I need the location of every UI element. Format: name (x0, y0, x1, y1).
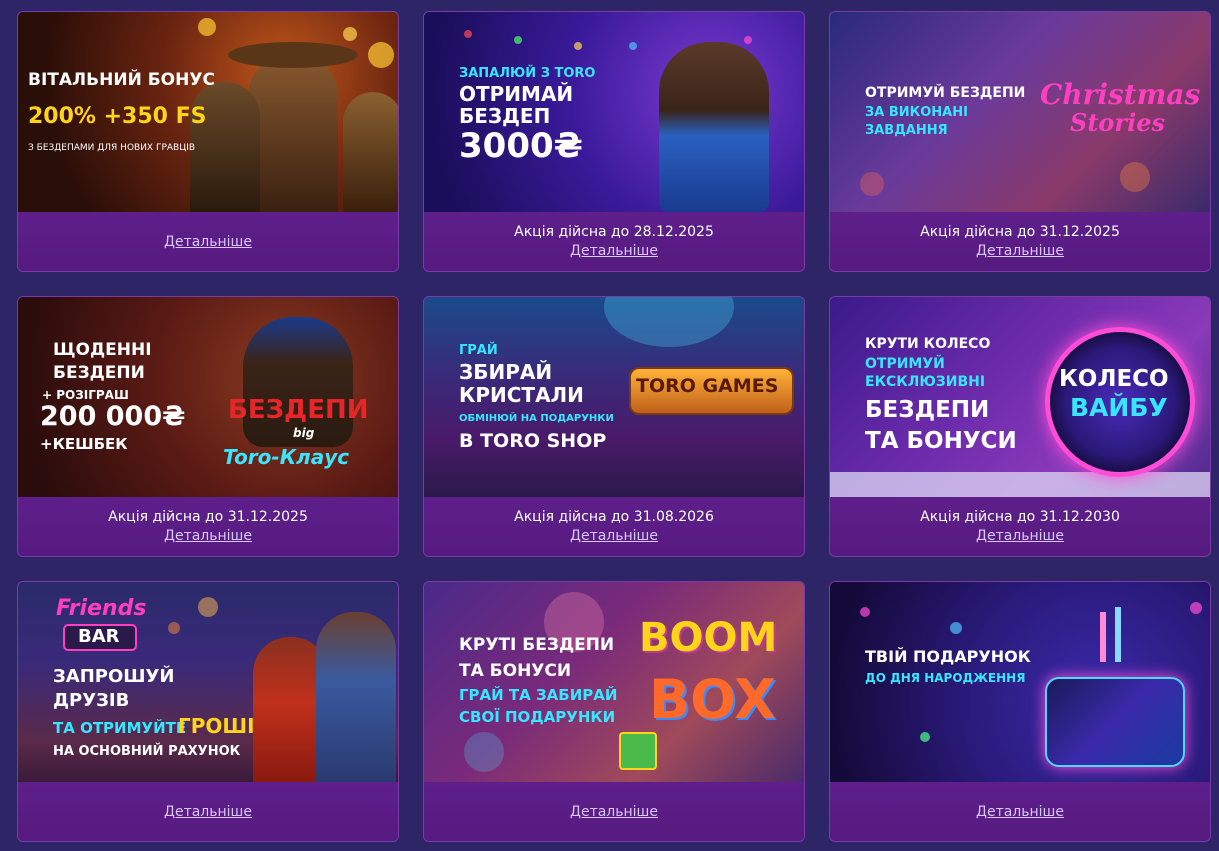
promo-card-vibe-wheel: КОЛЕСО ВАЙБУ КРУТИ КОЛЕСО ОТРИМУЙ ЕКСКЛЮ… (829, 296, 1211, 557)
banner-eyebrow: КРУТИ КОЛЕСО (865, 336, 991, 352)
banner-subtitle-line-1: ГРАЙ ТА ЗАБИРАЙ (459, 686, 618, 704)
banner-money-label: ГРОШІ (178, 714, 255, 738)
christmas-stories-logo-line-1: Christmas (1040, 78, 1201, 111)
banner-title: ВІТАЛЬНИЙ БОНУС (28, 70, 215, 90)
boom-box-logo-line-1: BOOM (639, 615, 778, 661)
gift-icon (619, 732, 657, 770)
friends-bar-logo-line-2: BAR (78, 626, 120, 647)
bezdep-logo-title: БЕЗДЕПИ (228, 395, 369, 425)
banner-title-line-2: ТА БОНУСИ (459, 661, 572, 681)
banner-title-line-1: БЕЗДЕПИ (865, 397, 990, 423)
banner-title: ОТРИМУЙ БЕЗДЕПИ (865, 85, 1026, 101)
banner-subtitle-line-1: ЗА ВИКОНАНІ (865, 105, 968, 120)
banner-subtitle-line-2: ЕКСКЛЮЗИВНІ (865, 374, 986, 390)
bezdep-logo-big: big (293, 426, 315, 440)
validity-text: Акція дійсна до 31.12.2030 (920, 509, 1120, 525)
banner-subtitle-line-2: СВОЇ ПОДАРУНКИ (459, 708, 616, 726)
promo-banner-friends-bar[interactable]: Friends BAR ЗАПРОШУЙ ДРУЗІВ ТА ОТРИМУЙТЕ… (18, 582, 398, 782)
validity-text: Акція дійсна до 28.12.2025 (514, 224, 714, 240)
banner-subtitle-line-1: ОТРИМУЙ (865, 356, 945, 372)
promo-card-footer: Акція дійсна до 28.12.2025 Детальніше (424, 212, 804, 271)
bezdep-logo-subtitle: Toro-Клаус (223, 445, 350, 469)
promo-card-birthday-gift: ТВІЙ ПОДАРУНОК ДО ДНЯ НАРОДЖЕННЯ Детальн… (829, 581, 1211, 842)
promo-banner-vibe-wheel[interactable]: КОЛЕСО ВАЙБУ КРУТИ КОЛЕСО ОТРИМУЙ ЕКСКЛЮ… (830, 297, 1210, 497)
banner-title-line-2: ДРУЗІВ (53, 690, 130, 711)
banner-title-line-2: БЕЗДЕПИ (53, 363, 145, 383)
promotions-grid: ВІТАЛЬНИЙ БОНУС 200% +350 FS З БЕЗДЕПАМИ… (17, 11, 1211, 842)
promo-banner-welcome-bonus[interactable]: ВІТАЛЬНИЙ БОНУС 200% +350 FS З БЕЗДЕПАМИ… (18, 12, 398, 212)
promo-card-footer: Акція дійсна до 31.08.2026 Детальніше (424, 497, 804, 556)
promo-card-toro-bezdep-3000: ЗАПАЛЮЙ З TORO ОТРИМАЙ БЕЗДЕП 3000₴ Акці… (423, 11, 805, 272)
cowboy-hat-icon (228, 42, 358, 68)
banner-amount: 3000₴ (459, 126, 583, 166)
promo-card-footer: Акція дійсна до 31.12.2030 Детальніше (830, 497, 1210, 556)
promo-card-daily-bezdep: ЩОДЕННІ БЕЗДЕПИ + РОЗІГРАШ 200 000₴ +КЕШ… (17, 296, 399, 557)
banner-highlight: 200% +350 FS (28, 104, 207, 129)
promo-banner-birthday-gift[interactable]: ТВІЙ ПОДАРУНОК ДО ДНЯ НАРОДЖЕННЯ (830, 582, 1210, 782)
details-link[interactable]: Детальніше (164, 234, 252, 250)
details-link[interactable]: Детальніше (976, 804, 1064, 820)
banner-subtitle-line-2: ЗАВДАННЯ (865, 123, 948, 138)
details-link[interactable]: Детальніше (570, 243, 658, 259)
banner-subtitle: З БЕЗДЕПАМИ ДЛЯ НОВИХ ГРАВЦІВ (28, 143, 196, 153)
banner-cashback: +КЕШБЕК (40, 435, 128, 453)
details-link[interactable]: Детальніше (570, 804, 658, 820)
promo-banner-christmas-stories[interactable]: ОТРИМУЙ БЕЗДЕПИ ЗА ВИКОНАНІ ЗАВДАННЯ Chr… (830, 12, 1210, 212)
details-link[interactable]: Детальніше (976, 243, 1064, 259)
promo-banner-boom-box[interactable]: BOOM BOX КРУТІ БЕЗДЕПИ ТА БОНУСИ ГРАЙ ТА… (424, 582, 804, 782)
promo-banner-toro-shop[interactable]: TORO GAMES ГРАЙ ЗБИРАЙ КРИСТАЛИ ОБМІНЮЙ … (424, 297, 804, 497)
banner-title-line-2: ТА БОНУСИ (865, 428, 1017, 454)
promo-card-christmas-stories: ОТРИМУЙ БЕЗДЕПИ ЗА ВИКОНАНІ ЗАВДАННЯ Chr… (829, 11, 1211, 272)
vibe-wheel-logo-line-1: КОЛЕСО (1059, 366, 1169, 392)
birthday-cake-image (1045, 677, 1185, 767)
banner-title-line-1: ЗБИРАЙ (459, 360, 553, 384)
banner-title-line-1: ЗАПРОШУЙ (53, 666, 175, 687)
man-character-image (316, 612, 396, 782)
promo-card-footer: Детальніше (830, 782, 1210, 841)
banner-title: ТВІЙ ПОДАРУНОК (865, 647, 1031, 666)
promo-card-friends-bar: Friends BAR ЗАПРОШУЙ ДРУЗІВ ТА ОТРИМУЙТЕ… (17, 581, 399, 842)
toro-games-logo-text: TORO GAMES (636, 375, 779, 397)
banner-account-label: НА ОСНОВНИЙ РАХУНОК (53, 744, 241, 759)
banner-eyebrow: ГРАЙ (459, 343, 498, 358)
banner-eyebrow: ЗАПАЛЮЙ З TORO (459, 66, 596, 81)
validity-text: Акція дійсна до 31.12.2025 (920, 224, 1120, 240)
banner-title-line-2: БЕЗДЕП (459, 104, 551, 128)
promo-card-footer: Детальніше (18, 782, 398, 841)
promo-card-footer: Акція дійсна до 31.12.2025 Детальніше (18, 497, 398, 556)
details-link[interactable]: Детальніше (976, 528, 1064, 544)
banner-subtitle: ДО ДНЯ НАРОДЖЕННЯ (865, 671, 1026, 685)
cowboy-character-image (248, 52, 338, 212)
banner-subtitle: ТА ОТРИМУЙТЕ (53, 719, 187, 737)
promo-card-footer: Детальніше (18, 212, 398, 271)
validity-text: Акція дійсна до 31.08.2026 (514, 509, 714, 525)
promo-banner-daily-bezdep[interactable]: ЩОДЕННІ БЕЗДЕПИ + РОЗІГРАШ 200 000₴ +КЕШ… (18, 297, 398, 497)
christmas-stories-logo-line-2: Stories (1070, 108, 1165, 137)
banner-subtitle: ОБМІНЮЙ НА ПОДАРУНКИ (459, 413, 614, 424)
promo-card-toro-shop: TORO GAMES ГРАЙ ЗБИРАЙ КРИСТАЛИ ОБМІНЮЙ … (423, 296, 805, 557)
promo-card-boom-box: BOOM BOX КРУТІ БЕЗДЕПИ ТА БОНУСИ ГРАЙ ТА… (423, 581, 805, 842)
banner-raffle-label: + РОЗІГРАШ (42, 388, 129, 402)
promo-banner-toro-bezdep-3000[interactable]: ЗАПАЛЮЙ З TORO ОТРИМАЙ БЕЗДЕП 3000₴ (424, 12, 804, 212)
details-link[interactable]: Детальніше (164, 804, 252, 820)
validity-text: Акція дійсна до 31.12.2025 (108, 509, 308, 525)
promo-card-footer: Акція дійсна до 31.12.2025 Детальніше (830, 212, 1210, 271)
banner-title-line-1: ОТРИМАЙ (459, 82, 574, 106)
banner-title-line-2: КРИСТАЛИ (459, 383, 584, 407)
friends-bar-logo-line-1: Friends (56, 596, 147, 621)
details-link[interactable]: Детальніше (570, 528, 658, 544)
vibe-wheel-logo-line-2: ВАЙБУ (1070, 393, 1168, 422)
promo-card-welcome-bonus: ВІТАЛЬНИЙ БОНУС 200% +350 FS З БЕЗДЕПАМИ… (17, 11, 399, 272)
bull-mascot-image (659, 42, 769, 212)
boom-box-logo-line-2: BOX (649, 668, 776, 731)
candle-icon (1100, 612, 1106, 662)
details-link[interactable]: Детальніше (164, 528, 252, 544)
banner-title-line-1: ЩОДЕННІ (53, 340, 152, 360)
banner-title-line-1: КРУТІ БЕЗДЕПИ (459, 635, 615, 655)
banner-amount: 200 000₴ (40, 401, 186, 432)
banner-shop-label: В TORO SHOP (459, 430, 607, 452)
promo-card-footer: Детальніше (424, 782, 804, 841)
